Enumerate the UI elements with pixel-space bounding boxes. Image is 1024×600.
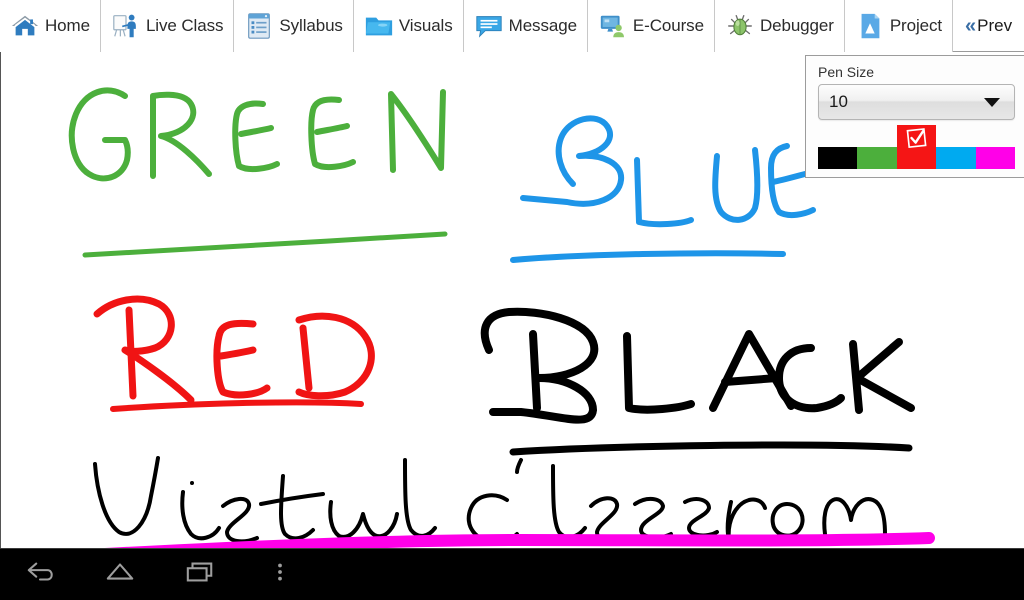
double-chevron-left-icon: « (965, 15, 977, 37)
tab-label: E-Course (632, 16, 704, 35)
tab-label: Syllabus (279, 16, 343, 35)
stroke-virtual-classroom-word (93, 456, 887, 544)
color-swatch-magenta[interactable] (975, 147, 1016, 169)
back-button[interactable] (0, 549, 80, 600)
recents-squares-icon (181, 557, 219, 592)
tab-label: Live Class (145, 16, 224, 35)
prev-button[interactable]: « Prev (953, 0, 1024, 52)
prev-label: Prev (977, 16, 1013, 35)
tab-label: Debugger (759, 16, 834, 35)
chat-bubble-icon (474, 11, 504, 41)
stroke-blue-word (520, 115, 816, 228)
tab-project[interactable]: Project (844, 0, 954, 52)
tab-label: Visuals (398, 16, 453, 35)
whiteboard-app: Home Live Class Syllabus Visuals Message… (0, 0, 1024, 600)
tab-live-class[interactable]: Live Class (100, 0, 235, 52)
file-blue-icon (855, 11, 885, 41)
stroke-green-word (68, 87, 446, 182)
tab-visuals[interactable]: Visuals (353, 0, 464, 52)
color-swatch-red[interactable] (896, 125, 937, 169)
checkmark-icon (906, 127, 928, 149)
home-button[interactable] (80, 549, 160, 600)
stroke-red-word (93, 295, 375, 404)
tab-label: Message (508, 16, 577, 35)
home-pentagon-icon (101, 557, 139, 592)
color-swatch-black[interactable] (818, 147, 858, 169)
tab-label: Project (889, 16, 943, 35)
chevron-down-icon (984, 97, 1000, 107)
recents-button[interactable] (160, 549, 240, 600)
color-swatch-green[interactable] (857, 147, 897, 169)
color-swatch-row (818, 125, 1016, 169)
android-system-bar: Saving screenshot… Screenshot is being s… (0, 548, 1024, 600)
stroke-black-word (480, 307, 915, 424)
tab-message[interactable]: Message (463, 0, 588, 52)
monitor-person-icon (598, 11, 628, 41)
stroke-black-underline (509, 441, 913, 456)
back-arrow-icon (21, 557, 59, 592)
home-icon (10, 11, 40, 41)
pen-size-dropdown[interactable]: 10 (818, 84, 1015, 120)
top-toolbar: Home Live Class Syllabus Visuals Message… (0, 0, 1024, 52)
list-document-icon (244, 11, 274, 41)
tab-ecourse[interactable]: E-Course (587, 0, 715, 52)
overflow-dots-icon (261, 557, 299, 592)
tab-syllabus[interactable]: Syllabus (234, 0, 354, 52)
stroke-blue-underline (510, 250, 786, 263)
pen-size-value: 10 (829, 92, 848, 111)
bug-icon (725, 11, 755, 41)
presenter-icon (111, 11, 141, 41)
overflow-button[interactable] (240, 549, 320, 600)
folder-icon (364, 11, 394, 41)
pen-settings-panel: Pen Size 10 (805, 55, 1024, 178)
tab-home[interactable]: Home (0, 0, 101, 52)
pen-size-label: Pen Size (818, 64, 875, 80)
stroke-red-underline (110, 399, 364, 412)
tab-debugger[interactable]: Debugger (714, 0, 845, 52)
stroke-green-underline (82, 231, 448, 258)
color-swatch-blue[interactable] (936, 147, 976, 169)
tab-label: Home (45, 16, 90, 35)
